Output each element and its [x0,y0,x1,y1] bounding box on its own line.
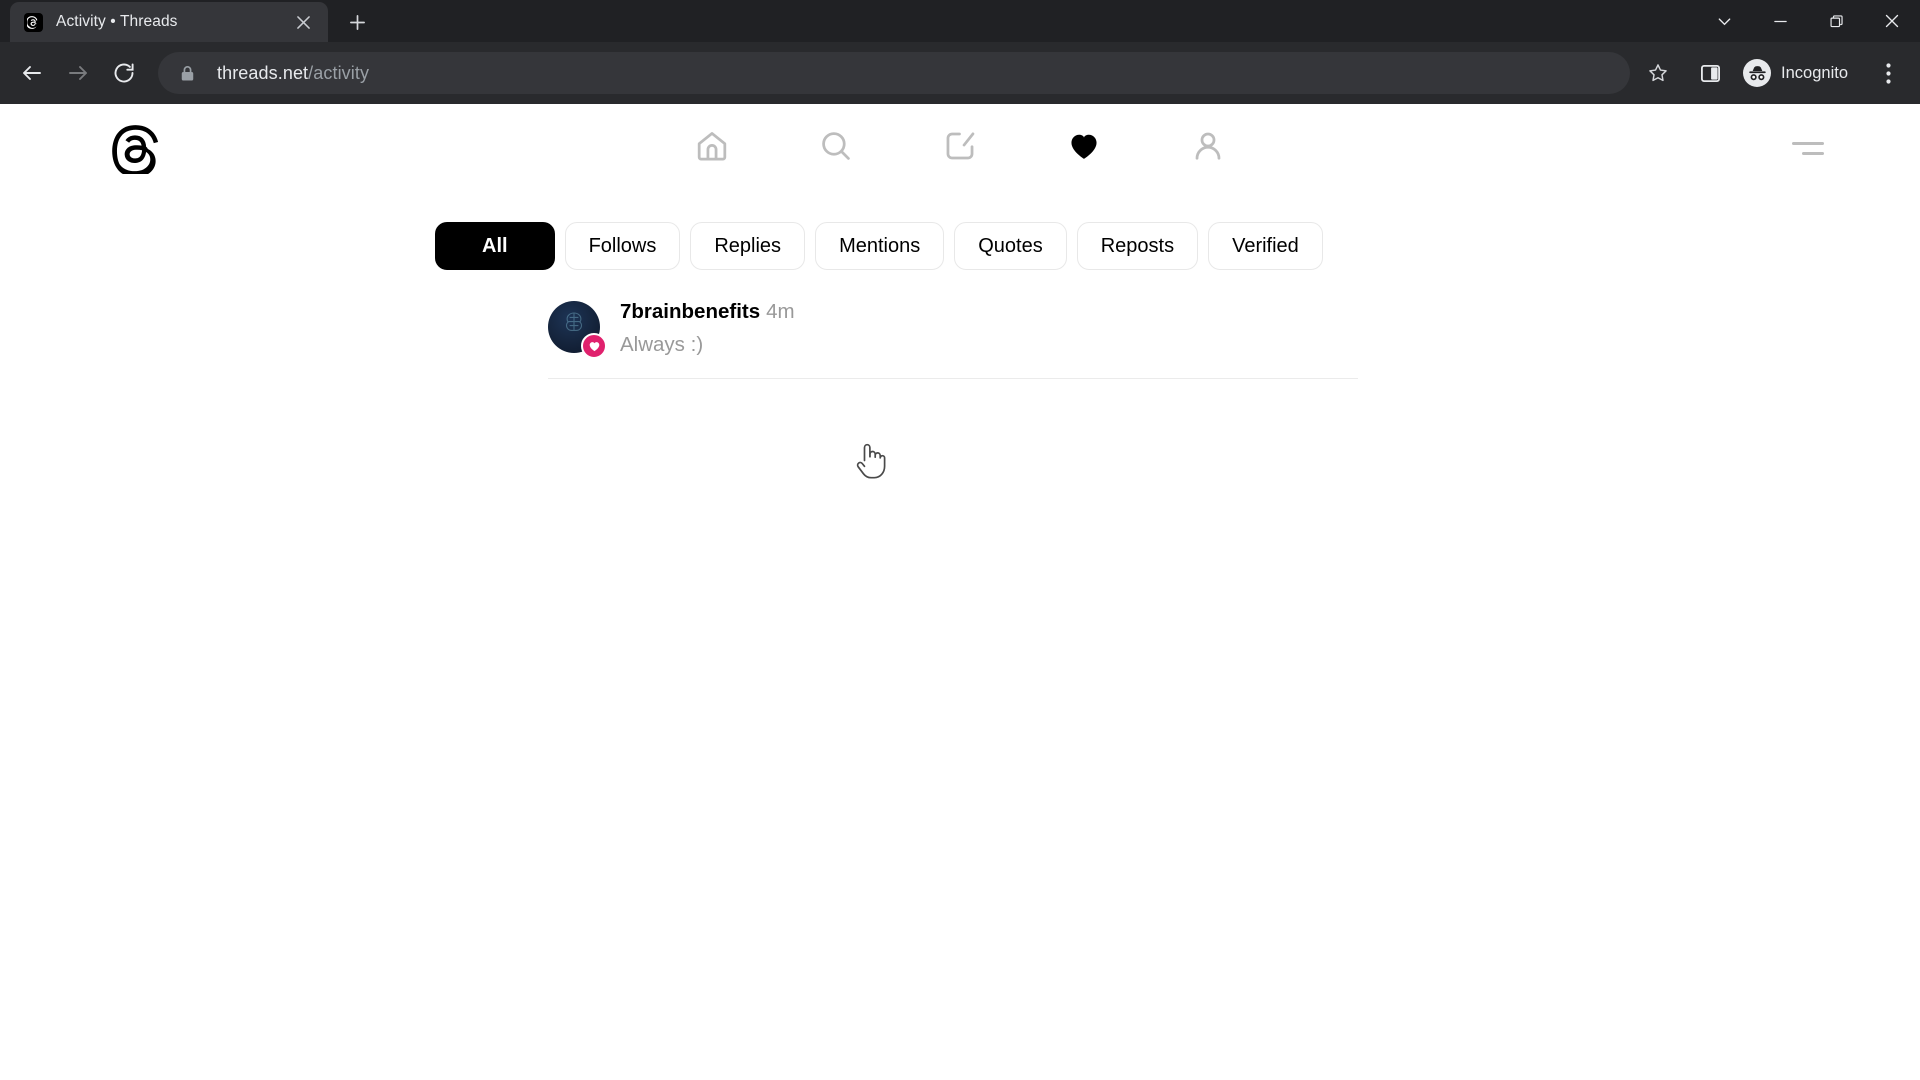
filter-label: Mentions [839,234,921,257]
kebab-menu-icon[interactable] [1868,51,1908,95]
menu-line-top [1792,141,1824,145]
back-arrow-icon[interactable] [10,51,54,95]
profile-label: Incognito [1781,63,1848,82]
nav-compose[interactable] [926,112,994,180]
browser-toolbar: threads.net/activity Incognito [0,42,1920,104]
filter-label: Replies [714,234,782,257]
activity-item[interactable]: 7brainbenefits 4m Always :) [548,296,1358,380]
maximize-restore-icon[interactable] [1808,0,1864,42]
browser-tab[interactable]: Activity • Threads [10,2,328,42]
filter-tab-quotes[interactable]: Quotes [954,222,1067,270]
filter-label: Verified [1232,234,1299,257]
heart-badge-icon [581,333,607,359]
url-path: /activity [308,62,370,83]
activity-content: 7brainbenefits 4m Always :) [620,296,795,358]
nav-profile[interactable] [1174,112,1242,180]
threads-logo-icon [24,12,43,32]
menu-line-bottom [1802,151,1824,155]
browser-chrome: Activity • Threads threads.net/activity … [0,0,1920,104]
filter-label: Follows [588,234,657,257]
incognito-icon [1743,59,1772,87]
reload-icon[interactable] [102,51,146,95]
filter-tab-verified[interactable]: Verified [1208,222,1323,270]
filter-label: Quotes [978,234,1043,257]
lock-icon [180,65,195,82]
threads-logo-icon[interactable] [108,122,162,176]
new-tab-button[interactable] [340,5,374,39]
address-bar[interactable]: threads.net/activity [158,52,1631,94]
window-close-icon[interactable] [1864,0,1920,42]
forward-arrow-icon[interactable] [56,51,100,95]
tab-title: Activity • Threads [56,13,178,30]
filter-label: Reposts [1100,234,1175,257]
threads-page: All Follows Replies Mentions Quotes Repo… [0,104,1920,1080]
filter-tab-reposts[interactable]: Reposts [1076,222,1199,270]
filter-tab-mentions[interactable]: Mentions [815,222,945,270]
minimize-icon[interactable] [1752,0,1808,42]
filter-tab-follows[interactable]: Follows [564,222,681,270]
nav-home[interactable] [678,112,746,180]
url-host: threads.net [217,62,309,83]
profile-chip[interactable]: Incognito [1738,55,1864,91]
threads-nav [678,112,1242,180]
close-icon[interactable] [290,9,316,35]
activity-filter-tabs: All Follows Replies Mentions Quotes Repo… [0,222,1920,270]
mouse-cursor [854,440,888,487]
activity-list: 7brainbenefits 4m Always :) [0,296,1360,380]
chevron-down-icon[interactable] [1696,0,1752,42]
activity-timestamp: 4m [766,300,795,323]
nav-search[interactable] [802,112,870,180]
tab-strip: Activity • Threads [0,0,1920,42]
activity-message: Always :) [620,332,704,356]
filter-tab-replies[interactable]: Replies [690,222,806,270]
threads-header [0,104,1920,194]
side-panel-icon[interactable] [1688,51,1732,95]
filter-tab-all[interactable]: All [435,222,555,270]
url-text: threads.net/activity [217,63,369,84]
window-controls [1696,0,1920,42]
avatar[interactable] [548,301,607,359]
activity-header: 7brainbenefits 4m [620,298,795,326]
filter-label: All [482,234,508,257]
hamburger-menu-icon[interactable] [1784,131,1824,165]
nav-activity[interactable] [1050,112,1118,180]
star-icon[interactable] [1638,53,1678,93]
activity-username[interactable]: 7brainbenefits [620,300,760,323]
